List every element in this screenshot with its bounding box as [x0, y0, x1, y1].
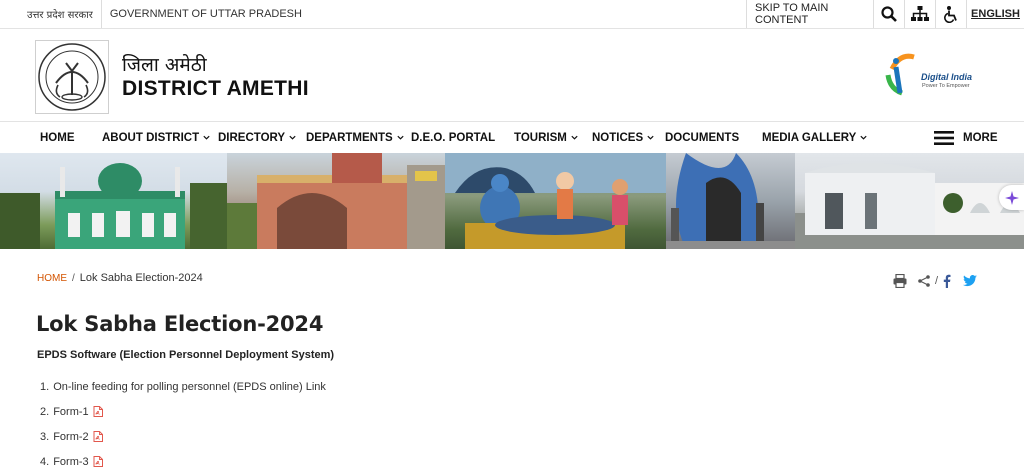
up-government-emblem[interactable]: [35, 40, 109, 114]
banner-image-cave-entrance: [666, 153, 795, 249]
list-link[interactable]: Form-2: [53, 431, 88, 443]
breadcrumb-home-link[interactable]: HOME: [37, 273, 67, 284]
share-toolbar: /: [891, 272, 980, 290]
list-number: 4.: [40, 455, 50, 468]
site-title-english[interactable]: DISTRICT AMETHI: [122, 77, 309, 101]
nav-label: MEDIA GALLERY: [762, 131, 857, 144]
assistant-sparkle-button[interactable]: [999, 185, 1024, 210]
nav-label: DEPARTMENTS: [306, 131, 393, 144]
hamburger-menu-icon: [934, 130, 954, 145]
breadcrumb-separator: /: [72, 272, 75, 284]
list-item[interactable]: 1. On-line feeding for polling personnel…: [40, 374, 326, 399]
digital-india-text: Digital India: [921, 72, 973, 82]
banner-image-government-building: [795, 153, 1024, 249]
language-english-link[interactable]: ENGLISH: [966, 0, 1024, 28]
nav-label: ABOUT DISTRICT: [102, 131, 200, 144]
list-link[interactable]: Form-1: [53, 406, 88, 418]
main-navigation: HOME ABOUT DISTRICT DIRECTORY DEPARTMENT…: [0, 121, 1024, 153]
page-title: Lok Sabha Election-2024: [36, 312, 324, 336]
nav-directory[interactable]: DIRECTORY: [218, 122, 297, 153]
digital-india-logo[interactable]: Digital India Power To Empower: [878, 47, 978, 99]
section-subheading: EPDS Software (Election Personnel Deploy…: [37, 349, 335, 361]
sitemap-icon[interactable]: [904, 0, 935, 28]
nav-media-gallery[interactable]: MEDIA GALLERY: [762, 122, 868, 153]
chevron-down-icon: [289, 135, 296, 140]
site-header: जिला अमेठी DISTRICT AMETHI Digital India…: [0, 29, 1024, 121]
list-number: 3.: [40, 430, 50, 443]
facebook-icon[interactable]: [940, 272, 954, 290]
search-icon[interactable]: [873, 0, 904, 28]
list-item[interactable]: 4. Form-3: [40, 449, 326, 468]
twitter-icon[interactable]: [960, 272, 980, 290]
breadcrumb: HOME / Lok Sabha Election-2024: [37, 272, 203, 284]
list-link[interactable]: On-line feeding for polling personnel (E…: [53, 381, 326, 393]
sparkle-icon: [1004, 190, 1019, 205]
print-icon[interactable]: [891, 272, 909, 290]
nav-label: DIRECTORY: [218, 131, 286, 144]
hero-banner: [0, 153, 1024, 249]
breadcrumb-current: Lok Sabha Election-2024: [79, 272, 203, 284]
list-item[interactable]: 2. Form-1: [40, 399, 326, 424]
document-list: 1. On-line feeding for polling personnel…: [40, 374, 326, 468]
nav-notices[interactable]: NOTICES: [592, 122, 655, 153]
nav-more-button[interactable]: MORE: [934, 122, 998, 153]
nav-label: D.E.O. PORTAL: [411, 131, 496, 144]
list-item[interactable]: 3. Form-2: [40, 424, 326, 449]
pdf-icon[interactable]: [93, 431, 103, 442]
chevron-down-icon: [203, 135, 210, 140]
nav-departments[interactable]: DEPARTMENTS: [306, 122, 405, 153]
pdf-icon[interactable]: [93, 456, 103, 467]
chevron-down-icon: [571, 135, 578, 140]
skip-to-main-content-link[interactable]: SKIP TO MAIN CONTENT: [746, 0, 873, 28]
government-english-link[interactable]: GOVERNMENT OF UTTAR PRADESH: [110, 8, 302, 20]
nav-label: HOME: [40, 131, 75, 144]
nav-more-label: MORE: [963, 131, 998, 144]
digital-india-tagline: Power To Empower: [922, 83, 970, 89]
nav-label: TOURISM: [514, 131, 567, 144]
pdf-icon[interactable]: [93, 406, 103, 417]
nav-label: DOCUMENTS: [665, 131, 740, 144]
government-hindi-link[interactable]: उत्तर प्रदेश सरकार: [27, 7, 93, 21]
chevron-down-icon: [397, 135, 404, 140]
nav-tourism[interactable]: TOURISM: [514, 122, 579, 153]
nav-about-district[interactable]: ABOUT DISTRICT: [102, 122, 211, 153]
accessibility-icon[interactable]: [935, 0, 966, 28]
nav-home[interactable]: HOME: [40, 122, 75, 153]
share-icon[interactable]: [915, 272, 933, 290]
chevron-down-icon: [647, 135, 654, 140]
list-number: 1.: [40, 380, 50, 393]
site-title-hindi[interactable]: जिला अमेठी: [122, 51, 207, 77]
chevron-down-icon: [860, 135, 867, 140]
share-separator: /: [935, 275, 939, 287]
banner-image-mosque: [0, 153, 227, 249]
top-utility-bar: उत्तर प्रदेश सरकार GOVERNMENT OF UTTAR P…: [0, 0, 1024, 29]
nav-deo-portal[interactable]: D.E.O. PORTAL: [411, 122, 495, 153]
list-link[interactable]: Form-3: [53, 456, 88, 468]
banner-image-temple-gate: [227, 153, 445, 249]
nav-documents[interactable]: DOCUMENTS: [665, 122, 739, 153]
banner-image-deity-statue: [445, 153, 666, 249]
divider: [100, 0, 102, 28]
nav-label: NOTICES: [592, 131, 644, 144]
list-number: 2.: [40, 405, 50, 418]
